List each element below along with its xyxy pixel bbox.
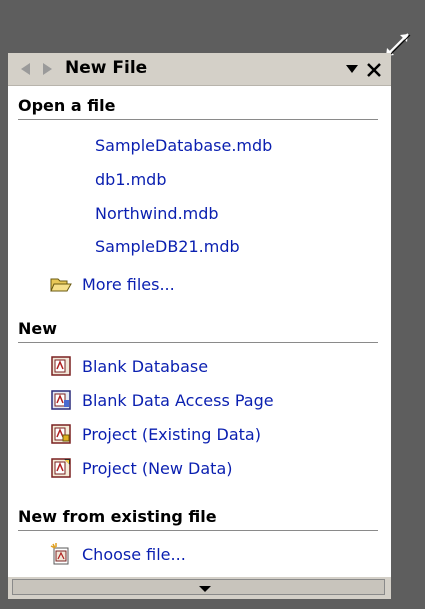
blank-database-label: Blank Database bbox=[82, 356, 209, 376]
data-access-page-icon bbox=[51, 390, 71, 410]
recent-file-link[interactable]: SampleDB21.mdb bbox=[95, 236, 240, 258]
new-project-new-data-link[interactable]: Project (New Data) bbox=[50, 455, 233, 481]
choose-file-label: Choose file... bbox=[82, 544, 186, 564]
close-icon[interactable] bbox=[365, 59, 383, 79]
blank-data-access-page-label: Blank Data Access Page bbox=[82, 390, 274, 410]
new-blank-database-link[interactable]: Blank Database bbox=[50, 353, 208, 379]
project-existing-data-icon bbox=[51, 424, 71, 444]
section-header-open-file: Open a file bbox=[18, 96, 378, 120]
project-new-data-label: Project (New Data) bbox=[82, 458, 233, 478]
recent-file-link[interactable]: db1.mdb bbox=[95, 169, 166, 191]
scroll-down-bar[interactable] bbox=[8, 576, 391, 599]
more-files-label: More files... bbox=[82, 274, 175, 294]
project-existing-data-label: Project (Existing Data) bbox=[82, 424, 261, 444]
task-pane-title: New File bbox=[65, 58, 148, 78]
project-new-data-icon bbox=[51, 458, 71, 478]
more-files-link[interactable]: More files... bbox=[50, 271, 175, 297]
scroll-down-arrow-icon bbox=[199, 586, 211, 592]
recent-file-link[interactable]: Northwind.mdb bbox=[95, 203, 219, 225]
section-header-new: New bbox=[18, 319, 378, 343]
forward-arrow-icon[interactable] bbox=[39, 60, 55, 78]
task-pane: New File Open a file SampleDatabase.mdb … bbox=[8, 53, 391, 599]
new-project-existing-data-link[interactable]: Project (Existing Data) bbox=[50, 421, 261, 447]
section-header-new-from-existing: New from existing file bbox=[18, 507, 378, 531]
back-arrow-icon[interactable] bbox=[18, 60, 34, 78]
new-blank-data-access-page-link[interactable]: Blank Data Access Page bbox=[50, 387, 274, 413]
dropdown-triangle-icon[interactable] bbox=[345, 63, 359, 75]
choose-file-icon bbox=[50, 543, 69, 565]
blank-database-icon bbox=[51, 356, 71, 376]
choose-file-link[interactable]: Choose file... bbox=[50, 541, 186, 567]
recent-file-link[interactable]: SampleDatabase.mdb bbox=[95, 135, 272, 157]
task-pane-titlebar: New File bbox=[8, 53, 391, 86]
scroll-down-button[interactable] bbox=[12, 579, 385, 595]
open-folder-icon bbox=[50, 278, 72, 292]
